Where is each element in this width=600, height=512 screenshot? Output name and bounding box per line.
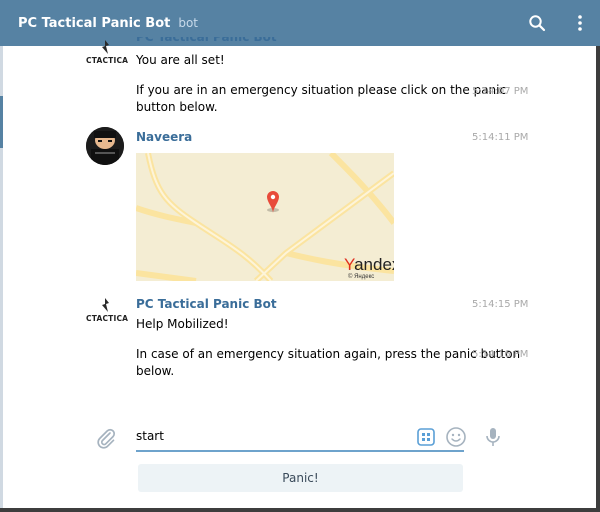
right-frame-border [596, 46, 600, 512]
panic-button[interactable]: Panic! [138, 464, 463, 492]
message-timestamp: 5:14:16 PM [472, 349, 529, 360]
emoji-icon[interactable] [445, 426, 467, 448]
svg-text:Yandex: Yandex [344, 255, 394, 274]
chat-subtitle: bot [178, 16, 199, 30]
message-input[interactable]: start [136, 422, 464, 452]
bot-logo-text: CTACTICA [86, 56, 129, 65]
microphone-icon[interactable] [482, 426, 504, 448]
message-text: Help Mobilized! [136, 317, 229, 331]
message-text-line: In case of an emergency situation again,… [136, 347, 521, 361]
message-text-line: button below. [136, 100, 218, 114]
message-timestamp: 5:14:07 PM [472, 86, 529, 97]
bottom-frame-border [0, 508, 600, 512]
map-copyright: © Яндекс [348, 273, 374, 280]
bot-logo-icon [102, 298, 109, 312]
message-author[interactable]: PC Tactical Panic Bot [136, 37, 277, 45]
bot-commands-icon[interactable] [417, 428, 435, 446]
scroll-position-indicator[interactable] [0, 96, 3, 148]
bot-avatar[interactable]: CTACTICA [86, 298, 130, 342]
message-timestamp: 5:14:15 PM [472, 299, 529, 310]
paperclip-icon[interactable] [95, 427, 117, 449]
bot-logo-text: CTACTICA [86, 314, 129, 323]
more-vertical-icon[interactable] [569, 12, 591, 34]
bot-logo-icon [102, 40, 109, 54]
location-pin-icon [267, 191, 279, 213]
message-text-line: If you are in an emergency situation ple… [136, 83, 507, 97]
bot-avatar[interactable]: CTACTICA [86, 40, 130, 84]
user-avatar[interactable] [86, 127, 124, 165]
message-text-line: below. [136, 364, 175, 378]
chat-title[interactable]: PC Tactical Panic Bot [18, 16, 170, 31]
map-brand-rest: andex [354, 255, 394, 274]
message-text: You are all set! [136, 53, 225, 67]
message-input-value[interactable]: start [136, 429, 164, 443]
message-author[interactable]: PC Tactical Panic Bot [136, 297, 277, 311]
message-author[interactable]: Naveera [136, 130, 192, 144]
location-map[interactable]: Yandex © Яндекс [136, 153, 394, 281]
message-timestamp: 5:14:11 PM [472, 132, 529, 143]
search-icon[interactable] [526, 12, 548, 34]
